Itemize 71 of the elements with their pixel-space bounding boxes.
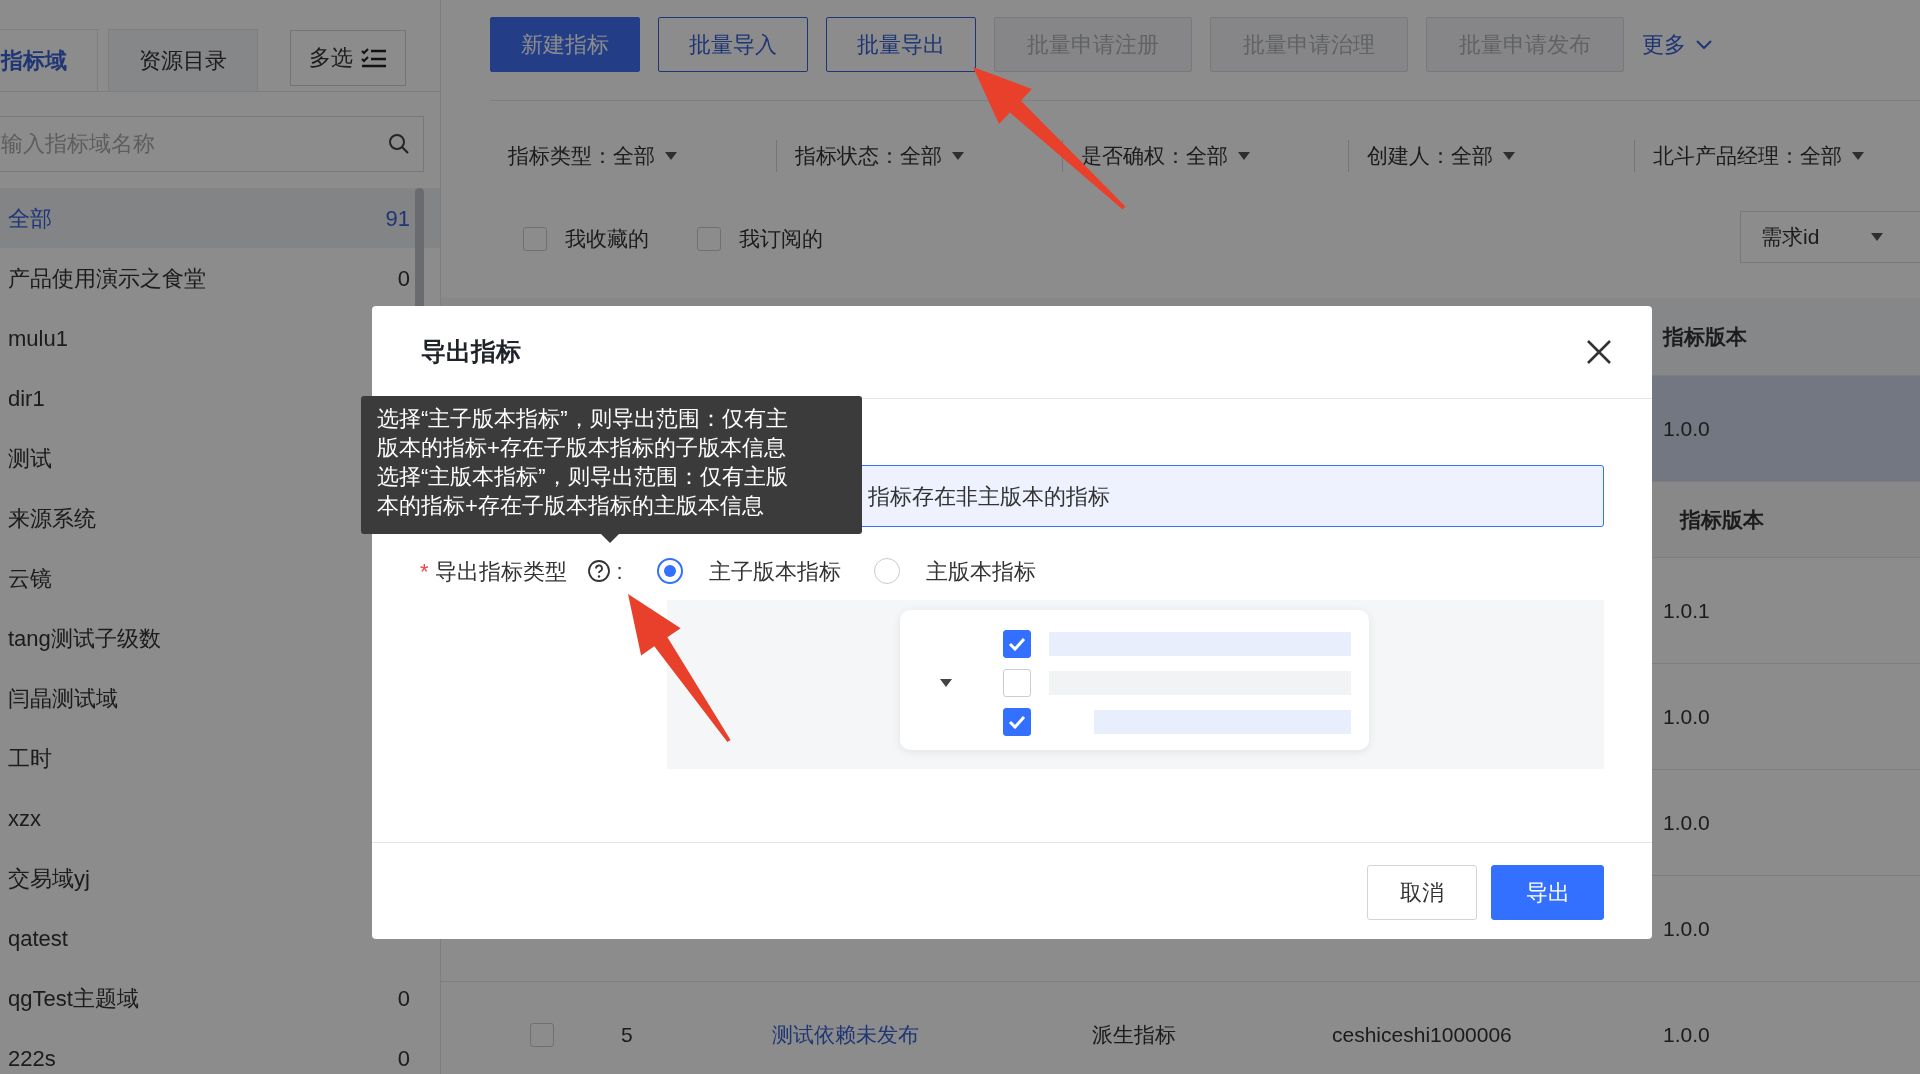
tooltip-text: 选择“主版本指标”，则导出范围：仅有主版本的指标+存在子版本指标的主版本信息 <box>377 463 789 520</box>
caret-down-icon[interactable] <box>1238 152 1250 160</box>
cancel-button[interactable]: 取消 <box>1367 865 1477 920</box>
filter-label: 指标类型：全部 <box>508 143 655 170</box>
checkbox-label: 我订阅的 <box>739 226 823 252</box>
close-button[interactable] <box>1586 339 1612 365</box>
item-count: 0 <box>397 264 410 293</box>
sidebar-item[interactable]: qgTest主题域 0 <box>0 968 440 1028</box>
search-icon[interactable] <box>388 133 410 155</box>
item-name: 产品使用演示之食堂 <box>8 264 206 293</box>
row-checkbox[interactable] <box>530 1022 554 1047</box>
item-name: 222s <box>8 1044 56 1073</box>
check-icon <box>1008 636 1026 651</box>
field-colon: : <box>616 557 623 586</box>
indicator-link[interactable]: 测试依赖未发布 <box>772 1018 919 1051</box>
table-cell-text: 派生指标 <box>1092 1021 1176 1048</box>
item-name: xzx <box>8 804 41 833</box>
toolbar-button[interactable]: 批量导出 <box>826 17 976 72</box>
sidebar-tab[interactable]: 资源目录 <box>108 29 258 91</box>
table-cell-text: 1.0.0 <box>1662 703 1711 730</box>
multi-select-button[interactable]: 多选 <box>290 29 406 86</box>
list-check-icon <box>361 46 387 69</box>
tooltip-text: 选择“主子版本指标”，则导出范围：仅有主版本的指标+存在子版本指标的子版本信息 <box>377 405 789 462</box>
checkbox[interactable] <box>523 226 547 251</box>
item-name: 全部 <box>8 204 52 233</box>
table-cell-text: ceshiceshi1000006 <box>1332 1021 1512 1048</box>
caret-down-icon[interactable] <box>665 152 677 160</box>
caret-down-icon[interactable] <box>952 152 964 160</box>
caret-down-icon <box>1871 233 1884 241</box>
caret-down-icon[interactable] <box>940 678 952 687</box>
check-icon <box>1008 714 1026 729</box>
sidebar-item[interactable]: 全部 91 <box>0 188 440 248</box>
alert-text: 指标存在非主版本的指标 <box>868 482 1110 511</box>
export-button[interactable]: 导出 <box>1491 865 1604 920</box>
caret-down-icon[interactable] <box>1852 152 1864 160</box>
item-name: 工时 <box>8 744 52 773</box>
toolbar-button[interactable]: 批量导入 <box>658 17 808 72</box>
required-mark: * <box>420 557 429 586</box>
column-header: 指标版本 <box>1661 323 1748 350</box>
item-name: 交易域yj <box>8 864 90 893</box>
table-cell-text: 5 <box>621 1021 633 1048</box>
filter-label: 指标状态：全部 <box>795 143 942 170</box>
field-label: 导出指标类型 <box>434 557 567 586</box>
sidebar-item[interactable]: 222s 0 <box>0 1028 440 1074</box>
table-cell-text: 1.0.0 <box>1662 1021 1711 1048</box>
help-icon[interactable] <box>586 559 611 583</box>
item-name: qgTest主题域 <box>8 984 139 1013</box>
radio-option[interactable]: 主子版本指标 <box>656 554 841 588</box>
item-name: qatest <box>8 924 68 953</box>
item-name: tang测试子级数 <box>8 624 161 653</box>
filter-label: 创建人：全部 <box>1367 143 1493 170</box>
table-cell-text: 1.0.0 <box>1662 809 1711 836</box>
modal-title: 导出指标 <box>421 336 521 368</box>
item-count: 91 <box>385 204 410 233</box>
sidebar-tab[interactable]: 指标域 <box>0 29 98 91</box>
item-count: 0 <box>397 984 410 1013</box>
filter-label: 是否确权：全部 <box>1081 143 1228 170</box>
item-count: 0 <box>397 1044 410 1073</box>
more-dropdown[interactable]: 更多 <box>1642 28 1712 61</box>
sort-select[interactable]: 需求id <box>1740 211 1920 263</box>
table-cell-text: 1.0.0 <box>1662 915 1711 942</box>
toolbar-button[interactable]: 新建指标 <box>490 17 640 72</box>
column-header: 指标版本 <box>1678 506 1765 533</box>
chevron-down-icon <box>1696 39 1712 50</box>
item-name: 闫晶测试域 <box>8 684 118 713</box>
checkbox[interactable] <box>697 226 721 251</box>
checkbox-label: 我收藏的 <box>565 226 649 252</box>
caret-down-icon[interactable] <box>1503 152 1515 160</box>
table-cell-text: 1.0.1 <box>1662 597 1711 624</box>
filter-label: 北斗产品经理：全部 <box>1653 143 1842 170</box>
radio-option[interactable]: 主版本指标 <box>873 554 1036 588</box>
